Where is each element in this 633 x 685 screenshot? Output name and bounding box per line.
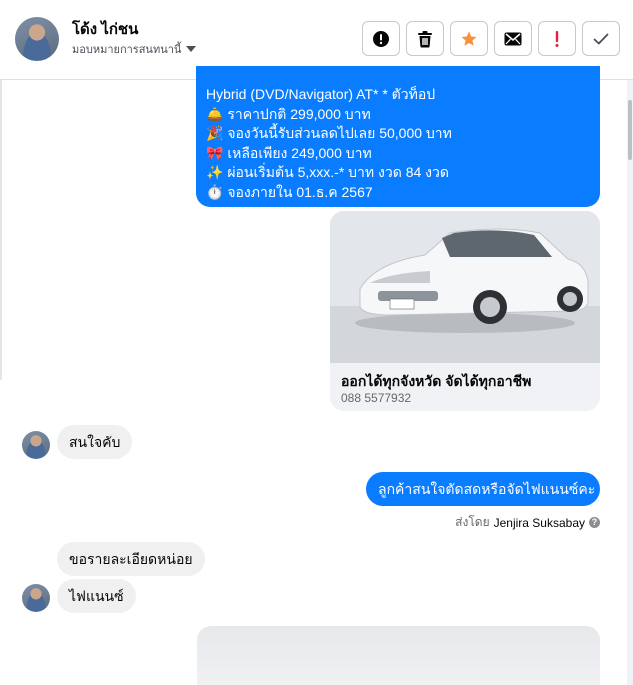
card-phone[interactable]: 088 5577932 — [341, 391, 411, 405]
star-button[interactable] — [450, 21, 488, 56]
sender-name: Jenjira Suksabay — [493, 515, 585, 530]
promo-line: ✨ ผ่อนเริ่มต้น 5,xxx.-* บาท งวด 84 งวด — [206, 164, 449, 180]
envelope-icon — [504, 32, 522, 45]
spam-button[interactable] — [362, 21, 400, 56]
exclamation-circle-icon — [373, 30, 389, 47]
contact-name[interactable]: โด้ง ไก่ชน — [72, 17, 138, 41]
contact-avatar[interactable] — [15, 17, 59, 61]
scrollbar-track[interactable] — [627, 80, 633, 685]
help-icon[interactable]: ? — [589, 517, 600, 528]
outgoing-message[interactable]: ลูกค้าสนใจตัดสดหรือจัดไฟแนนซ์คะ — [366, 472, 600, 506]
sent-by-prefix: ส่งโดย — [455, 515, 490, 529]
trash-icon — [418, 30, 432, 47]
car-listing-card[interactable]: ออกได้ทุกจังหวัด จัดได้ทุกอาชีพ 088 5577… — [330, 211, 600, 411]
card-title: ออกได้ทุกจังหวัด จัดได้ทุกอาชีพ — [341, 373, 532, 389]
conversation-toolbar — [362, 21, 620, 56]
check-icon — [593, 33, 609, 44]
follow-up-button[interactable] — [538, 21, 576, 56]
outgoing-promo-message[interactable]: Hybrid (DVD/Navigator) AT* * ตัวท็อป 🛎️ … — [196, 66, 600, 207]
promo-line: Hybrid (DVD/Navigator) AT* * ตัวท็อป — [206, 86, 436, 102]
outgoing-image-attachment[interactable] — [197, 626, 600, 685]
delete-button[interactable] — [406, 21, 444, 56]
incoming-message[interactable]: สนใจคับ — [57, 425, 133, 459]
caret-down-icon — [186, 46, 197, 52]
assign-conversation-dropdown[interactable]: มอบหมายการสนทนานี้ — [72, 40, 197, 58]
assign-label: มอบหมายการสนทนานี้ — [72, 44, 182, 56]
contact-avatar-small[interactable] — [22, 431, 50, 459]
incoming-message[interactable]: ไฟแนนซ์ — [57, 579, 136, 613]
scrollbar-thumb[interactable] — [628, 100, 632, 160]
promo-line: 🎉 จองวันนี้รับส่วนลดไปเลย 50,000 บาท — [206, 125, 452, 141]
promo-line: 🎀 เหลือเพียง 249,000 บาท — [206, 144, 372, 161]
exclamation-icon — [555, 30, 559, 47]
mark-unread-button[interactable] — [494, 21, 532, 56]
promo-line: ⏱️ จองภายใน 01.ธ.ค 2567 — [206, 183, 373, 200]
sent-by-info: ส่งโดย Jenjira Suksabay ? — [455, 513, 600, 532]
car-image-icon — [330, 211, 600, 363]
mark-done-button[interactable] — [582, 21, 620, 56]
star-icon — [461, 31, 477, 46]
contact-avatar-small[interactable] — [22, 584, 50, 612]
promo-line: 🛎️ ราคาปกติ 299,000 บาท — [206, 105, 371, 122]
incoming-message[interactable]: ขอรายละเอียดหน่อย — [57, 542, 205, 576]
panel-divider — [0, 80, 2, 380]
car-photo[interactable] — [330, 211, 600, 363]
